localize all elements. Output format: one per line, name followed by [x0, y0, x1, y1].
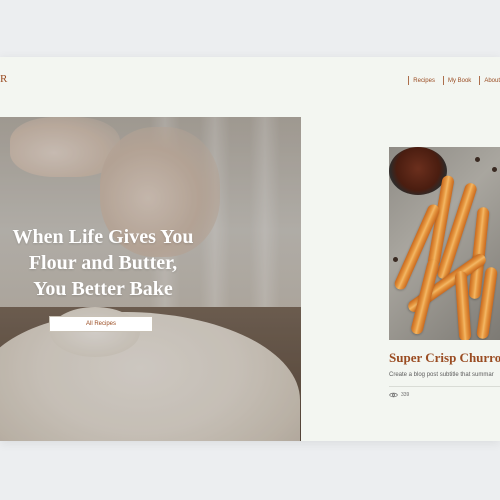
hero-title: When Life Gives You Flour and Butter, Yo… [0, 224, 206, 302]
site-logo[interactable]: R [0, 73, 7, 85]
post-card[interactable]: Super Crisp Churros Create a blog post s… [389, 147, 500, 441]
post-divider [389, 386, 500, 387]
hero-title-line: Flour and Butter, [28, 252, 178, 274]
nav-item-about[interactable]: About [484, 78, 500, 84]
post-views: 339 [389, 392, 409, 398]
chocolate-drop [475, 157, 480, 162]
post-subtitle: Create a blog post subtitle that summar [389, 372, 494, 378]
all-recipes-button[interactable]: All Recipes [49, 316, 153, 332]
post-title[interactable]: Super Crisp Churros [389, 350, 500, 366]
post-image[interactable] [389, 147, 500, 340]
nav-separator [442, 76, 444, 85]
hero-title-line: You Better Bake [33, 278, 173, 300]
hero-title-line: When Life Gives You [12, 226, 194, 248]
nav-separator [408, 76, 410, 85]
chocolate-drop [393, 257, 398, 262]
nav-item-recipes[interactable]: Recipes [413, 78, 435, 84]
eye-icon [389, 392, 398, 398]
main-nav: Recipes My Book About [400, 76, 500, 85]
chocolate-drop [492, 167, 497, 172]
nav-separator [479, 76, 481, 85]
chocolate-bowl [389, 147, 447, 195]
views-count: 339 [401, 392, 410, 398]
nav-item-my-book[interactable]: My Book [448, 78, 471, 84]
churro [454, 270, 472, 340]
